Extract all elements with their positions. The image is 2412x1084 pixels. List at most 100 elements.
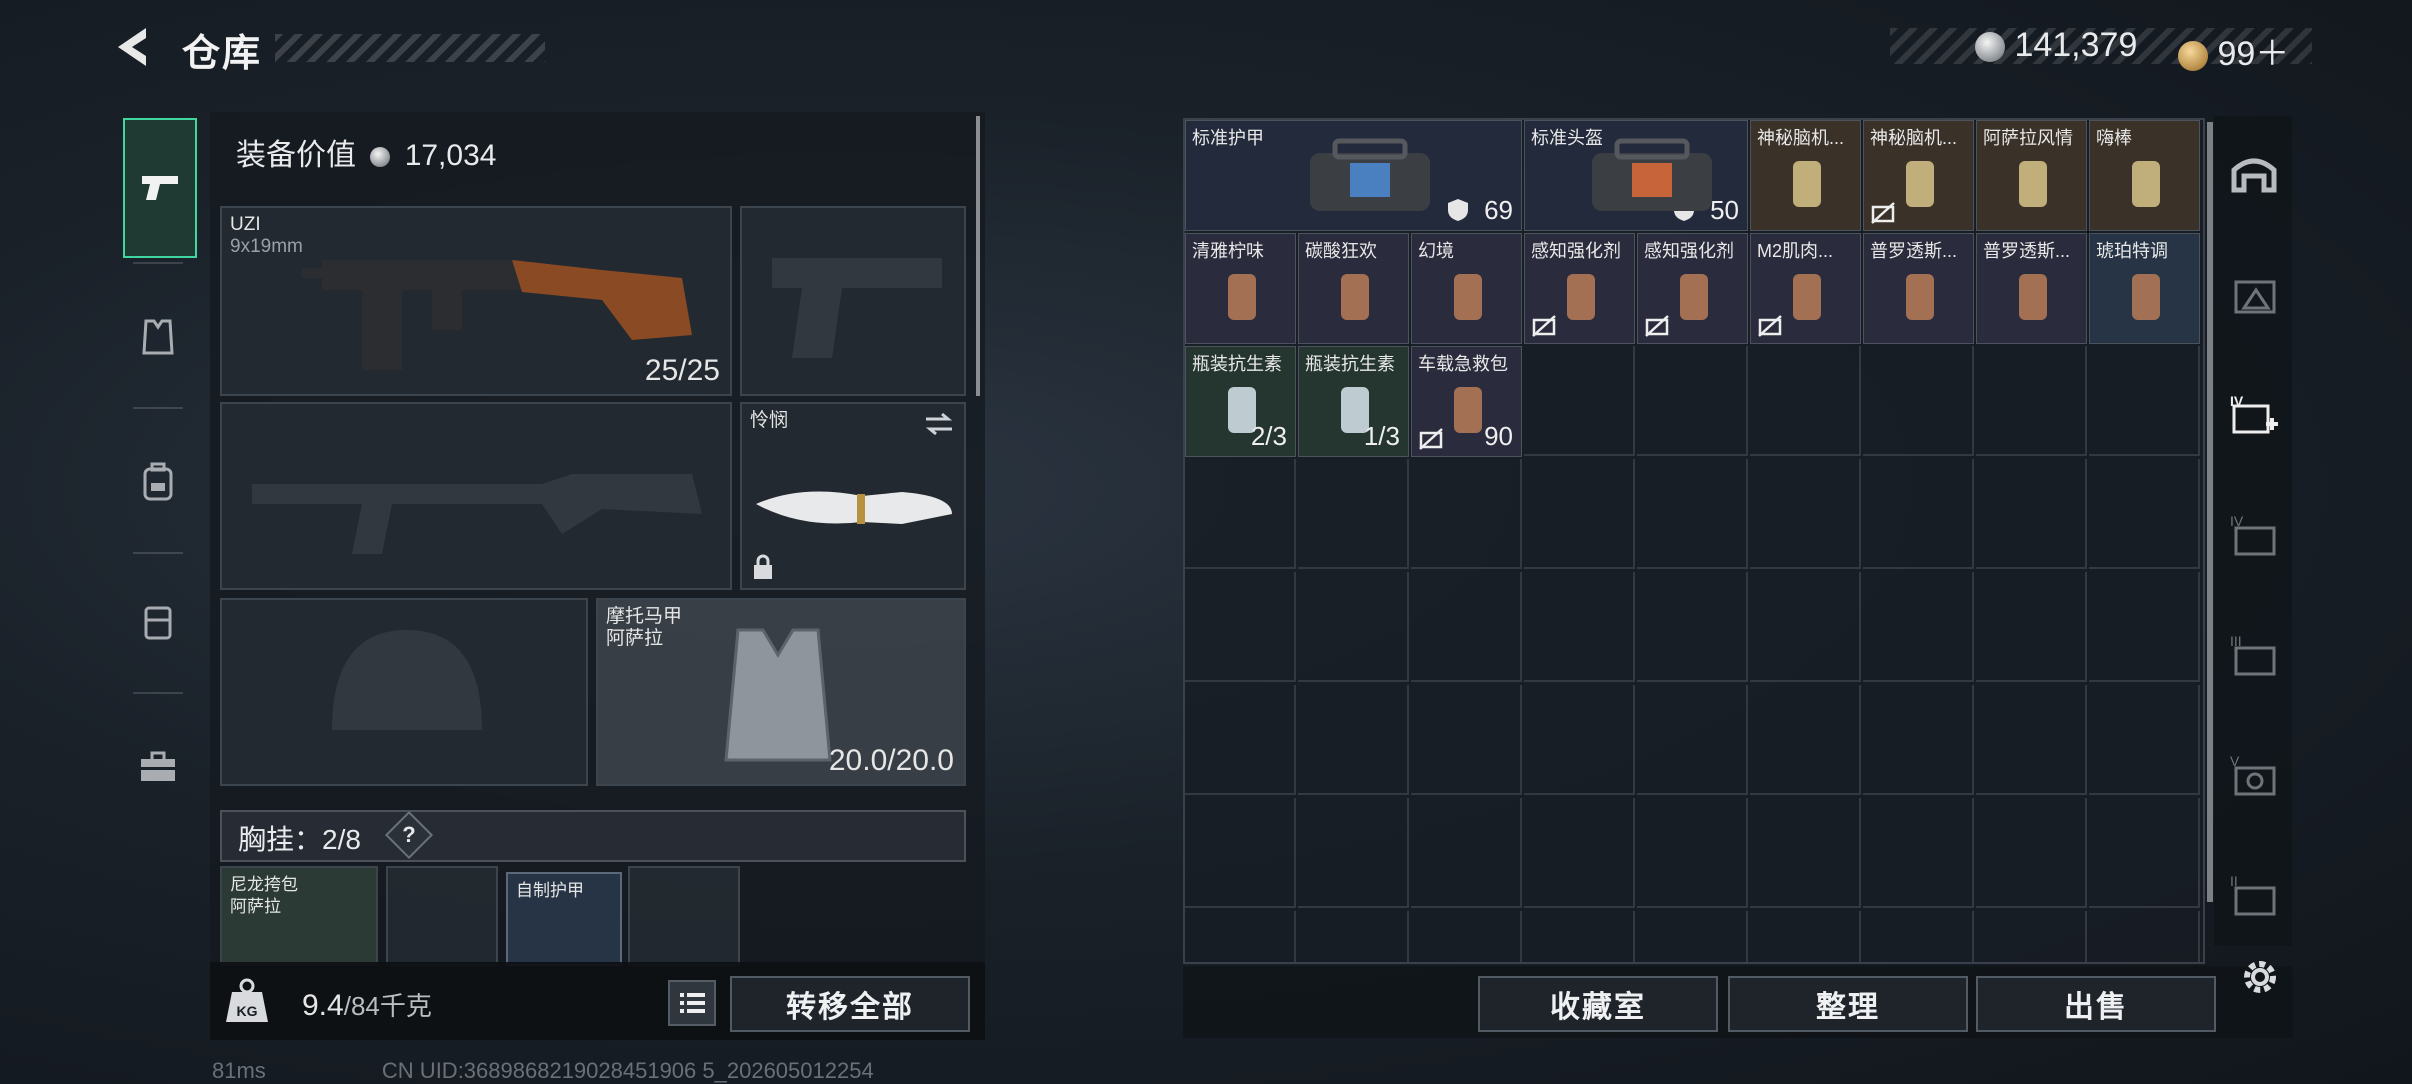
primary-weapon-slot[interactable]: UZI 9x19mm 25/25 [220, 206, 732, 396]
storage-item[interactable]: 瓶装抗生素 2/3 [1185, 346, 1296, 457]
collection-room-button[interactable]: 收藏室 [1478, 976, 1718, 1032]
storage-page-5-icon[interactable]: V [2228, 750, 2280, 802]
storage-cell[interactable] [1411, 685, 1522, 795]
storage-cell[interactable] [1524, 798, 1635, 908]
storage-cell[interactable] [1863, 798, 1974, 908]
tab-weapons[interactable] [123, 118, 197, 258]
body-armor-slot[interactable]: 摩托马甲 阿萨拉 20.0/20.0 [596, 598, 966, 786]
sell-button[interactable]: 出售 [1976, 976, 2216, 1032]
storage-cell[interactable] [1185, 911, 1296, 962]
storage-cell[interactable] [1976, 798, 2087, 908]
storage-cell[interactable] [1863, 459, 1974, 569]
swap-icon[interactable] [924, 412, 954, 436]
storage-item[interactable]: M2肌肉... [1750, 233, 1861, 344]
storage-cell[interactable] [1863, 572, 1974, 682]
organize-button[interactable]: 整理 [1728, 976, 1968, 1032]
storage-cell[interactable] [1637, 459, 1748, 569]
transfer-all-button[interactable]: 转移全部 [730, 976, 970, 1032]
rig-slot-empty[interactable] [386, 866, 498, 966]
storage-cell[interactable] [1750, 911, 1861, 962]
storage-item[interactable]: 标准头盔 50 [1524, 120, 1748, 231]
tab-backpack[interactable] [113, 412, 203, 552]
storage-cell[interactable] [1637, 798, 1748, 908]
storage-cell[interactable] [2089, 572, 2200, 682]
storage-page-2-icon[interactable]: II [2228, 870, 2280, 922]
storage-cell[interactable] [2089, 911, 2200, 962]
storage-cell[interactable] [2089, 346, 2200, 456]
storage-cell[interactable] [1976, 572, 2087, 682]
storage-page-4-icon[interactable]: IV [2228, 510, 2280, 562]
storage-page-4-medical-icon[interactable]: IV [2228, 390, 2280, 442]
storage-cell[interactable] [1637, 572, 1748, 682]
tab-armor[interactable] [113, 267, 203, 407]
tab-chest-rig[interactable] [113, 552, 203, 692]
storage-cell[interactable] [1524, 346, 1635, 456]
secondary-weapon-slot-empty[interactable] [220, 402, 732, 590]
tab-toolbox[interactable] [113, 697, 203, 837]
storage-cell[interactable] [1185, 572, 1296, 682]
storage-item[interactable]: 琥珀特调 [2089, 233, 2200, 344]
storage-scrollbar[interactable] [2207, 122, 2213, 902]
storage-cell[interactable] [1750, 798, 1861, 908]
storage-cell[interactable] [1411, 572, 1522, 682]
storage-item[interactable]: 幻境 [1411, 233, 1522, 344]
loadout-scrollbar[interactable] [976, 116, 980, 396]
storage-cell[interactable] [1524, 685, 1635, 795]
storage-item[interactable]: 普罗透斯... [1863, 233, 1974, 344]
storage-cell[interactable] [2089, 459, 2200, 569]
rig-item-bag[interactable]: 尼龙挎包 阿萨拉 [220, 866, 378, 966]
rig-item-armor[interactable]: 自制护甲 [506, 872, 622, 966]
storage-cell[interactable] [1637, 911, 1748, 962]
back-arrow-icon[interactable] [108, 22, 158, 72]
storage-cell[interactable] [1750, 685, 1861, 795]
storage-cell[interactable] [1637, 685, 1748, 795]
storage-cell[interactable] [1524, 572, 1635, 682]
storage-cell[interactable] [1411, 798, 1522, 908]
gear-icon[interactable] [2238, 955, 2282, 999]
storage-cell[interactable] [1976, 911, 2087, 962]
storage-cell[interactable] [1976, 685, 2087, 795]
safehouse-icon[interactable] [2228, 150, 2280, 202]
storage-cell[interactable] [1185, 459, 1296, 569]
storage-cell[interactable] [1524, 911, 1635, 962]
currency-silver[interactable]: 141,379 [1975, 26, 2137, 65]
storage-cell[interactable] [1637, 346, 1748, 456]
storage-cell[interactable] [1298, 798, 1409, 908]
storage-item[interactable]: 车载急救包 90 [1411, 346, 1522, 457]
storage-cell[interactable] [2089, 798, 2200, 908]
storage-cell[interactable] [1298, 911, 1409, 962]
storage-cell[interactable] [1750, 572, 1861, 682]
storage-item[interactable]: 感知强化剂 [1524, 233, 1635, 344]
storage-cell[interactable] [1976, 459, 2087, 569]
storage-cell[interactable] [1863, 911, 1974, 962]
storage-cell[interactable] [1298, 685, 1409, 795]
storage-item[interactable]: 清雅柠味 [1185, 233, 1296, 344]
melee-slot[interactable]: 怜悯 [740, 402, 966, 590]
storage-cell[interactable] [1524, 459, 1635, 569]
storage-item[interactable]: 嗨棒 [2089, 120, 2200, 231]
storage-item[interactable]: 碳酸狂欢 [1298, 233, 1409, 344]
storage-cell[interactable] [1976, 346, 2087, 456]
storage-cell[interactable] [2089, 685, 2200, 795]
storage-item[interactable]: 普罗透斯... [1976, 233, 2087, 344]
storage-cell[interactable] [1750, 459, 1861, 569]
storage-item[interactable]: 阿萨拉风情 [1976, 120, 2087, 231]
storage-item[interactable]: 标准护甲 69 [1185, 120, 1522, 231]
storage-item[interactable]: 瓶装抗生素 1/3 [1298, 346, 1409, 457]
rig-slot-empty[interactable] [628, 866, 740, 966]
storage-cell[interactable] [1411, 459, 1522, 569]
sidearm-slot-empty[interactable] [740, 206, 966, 396]
currency-gold[interactable]: 99＋ [2178, 26, 2289, 75]
storage-page-3b-icon[interactable]: III [2228, 630, 2280, 682]
storage-cell[interactable] [1750, 346, 1861, 456]
helmet-slot-empty[interactable] [220, 598, 588, 786]
storage-cell[interactable] [1298, 572, 1409, 682]
storage-cell[interactable] [1298, 459, 1409, 569]
storage-cell[interactable] [1411, 911, 1522, 962]
storage-item[interactable]: 神秘脑机... [1863, 120, 1974, 231]
storage-cell[interactable] [1185, 685, 1296, 795]
storage-item[interactable]: 感知强化剂 [1637, 233, 1748, 344]
list-view-button[interactable] [668, 980, 716, 1026]
storage-cell[interactable] [1185, 798, 1296, 908]
storage-cell[interactable] [1863, 346, 1974, 456]
